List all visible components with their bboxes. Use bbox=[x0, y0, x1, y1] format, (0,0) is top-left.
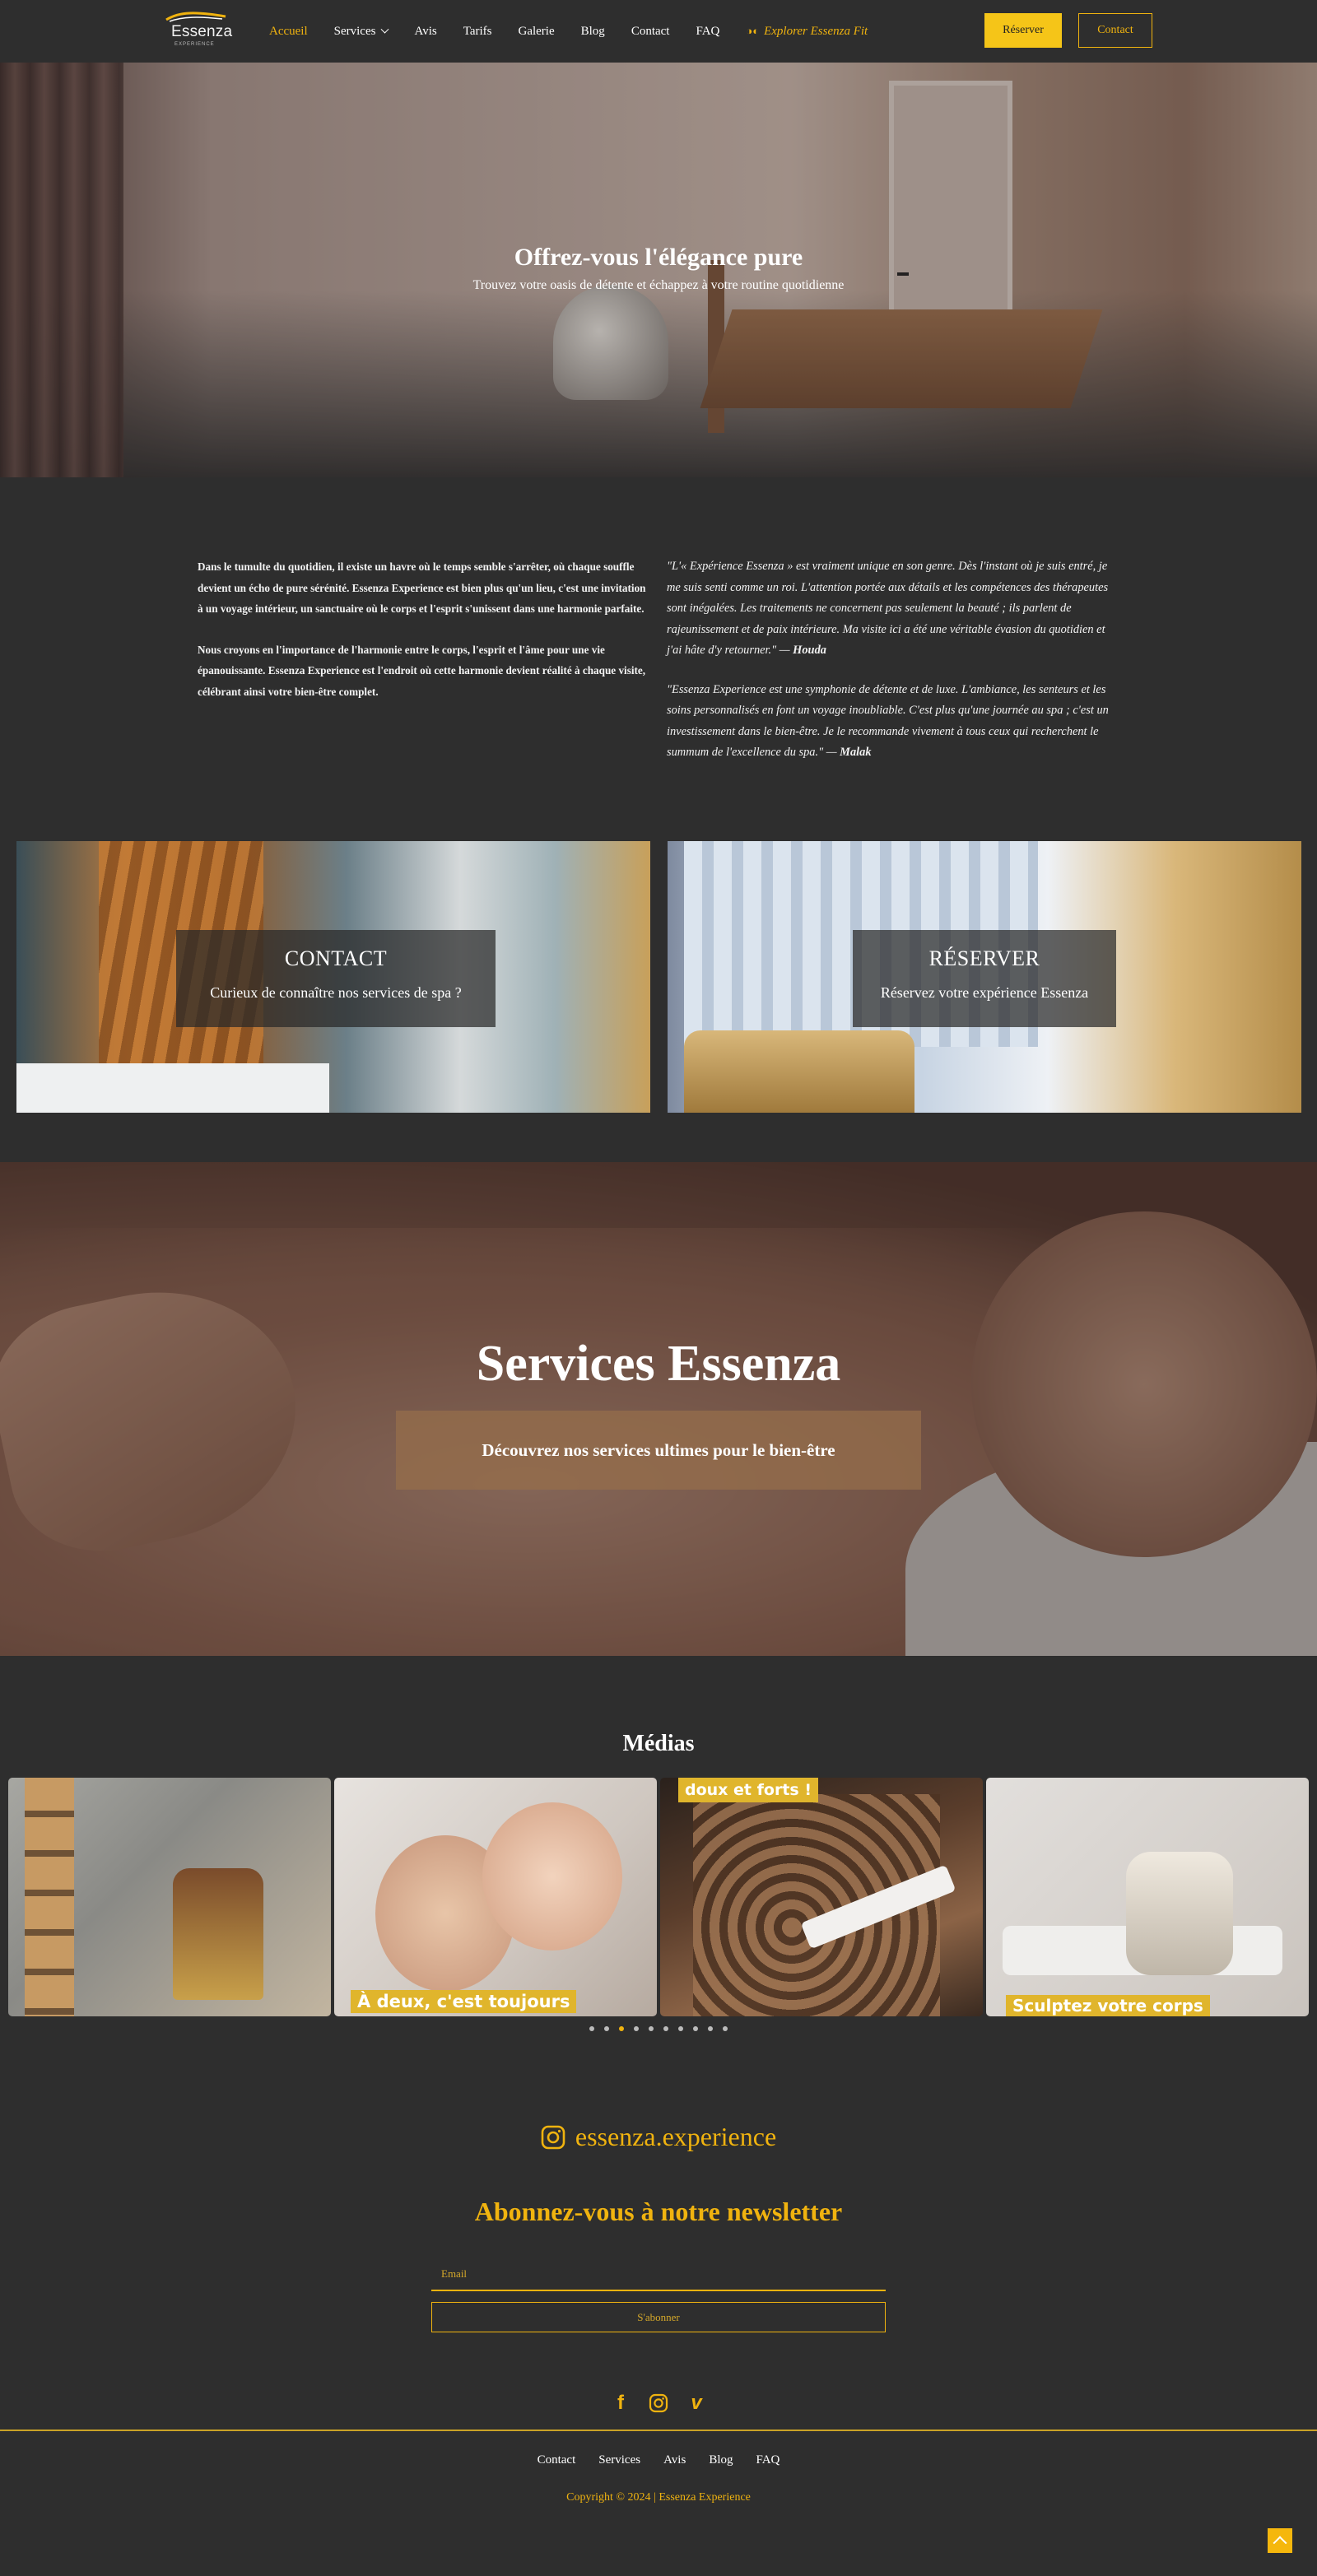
footer-link-faq[interactable]: FAQ bbox=[756, 2453, 780, 2467]
subscribe-button[interactable]: S'abonner bbox=[431, 2302, 886, 2332]
vimeo-icon[interactable]: v bbox=[685, 2392, 708, 2415]
email-field[interactable] bbox=[431, 2258, 886, 2291]
site-header: Essenza EXPERIENCE Accueil Services Avis… bbox=[0, 0, 1317, 63]
scroll-to-top-button[interactable] bbox=[1268, 2528, 1292, 2553]
testimonial-author: Malak bbox=[840, 746, 872, 759]
nav-item-essenza-fit-label: Explorer Essenza Fit bbox=[764, 24, 868, 38]
testimonial-quote: "L'« Expérience Essenza » est vraiment u… bbox=[667, 560, 1109, 657]
logo-wordmark: Essenza bbox=[171, 23, 233, 40]
intro-paragraph: Dans le tumulte du quotidien, il existe … bbox=[198, 560, 646, 615]
carousel-dot[interactable] bbox=[723, 2026, 728, 2031]
newsletter-title: Abonnez-vous à notre newsletter bbox=[474, 2197, 843, 2226]
nav-item-tarifs[interactable]: Tarifs bbox=[463, 25, 492, 39]
social-links: f v bbox=[609, 2392, 708, 2415]
instagram-icon[interactable] bbox=[647, 2392, 670, 2415]
testimonial: "Essenza Experience est une symphonie de… bbox=[667, 680, 1118, 764]
copyright-text: Copyright © 2024 | Essenza Experience bbox=[566, 2491, 751, 2504]
footer-link-avis[interactable]: Avis bbox=[663, 2453, 686, 2467]
contact-card-box: CONTACT Curieux de connaître nos service… bbox=[176, 930, 496, 1027]
carousel-dot[interactable] bbox=[604, 2026, 609, 2031]
contact-card[interactable]: CONTACT Curieux de connaître nos service… bbox=[16, 841, 650, 1113]
contact-card-title: CONTACT bbox=[284, 946, 388, 970]
instagram-icon bbox=[541, 2125, 565, 2149]
footer-link-services[interactable]: Services bbox=[598, 2453, 640, 2467]
nav-item-services-label: Services bbox=[333, 24, 376, 38]
instagram-handle: essenza.experience bbox=[575, 2122, 777, 2151]
services-title: Services Essenza bbox=[476, 1336, 841, 1392]
barber-shelf-image bbox=[25, 1778, 74, 2016]
media-slide-mother-baby[interactable]: À deux, c'est toujours bbox=[334, 1778, 657, 2016]
footer-nav: Contact Services Avis Blog FAQ bbox=[0, 2453, 1317, 2467]
nav-item-services[interactable]: Services bbox=[334, 25, 389, 39]
carousel-dot[interactable] bbox=[708, 2026, 713, 2031]
nav-item-avis[interactable]: Avis bbox=[414, 25, 436, 39]
carousel-dot[interactable] bbox=[693, 2026, 698, 2031]
nav-item-accueil[interactable]: Accueil bbox=[269, 25, 308, 39]
services-subtitle-box[interactable]: Découvrez nos services ultimes pour le b… bbox=[396, 1411, 921, 1490]
contact-button[interactable]: Contact bbox=[1078, 13, 1152, 48]
media-slide-caption: À deux, c'est toujours bbox=[351, 1990, 577, 2013]
barber-chair-image bbox=[173, 1868, 263, 2000]
media-slide-caption: doux et forts ! bbox=[678, 1778, 818, 1802]
footer-link-contact[interactable]: Contact bbox=[538, 2453, 576, 2467]
baby-image bbox=[482, 1802, 622, 1951]
nav-item-galerie[interactable]: Galerie bbox=[518, 25, 554, 39]
testimonial: "L'« Expérience Essenza » est vraiment u… bbox=[667, 556, 1118, 662]
reserve-card-box: RÉSERVER Réservez votre expérience Essen… bbox=[853, 930, 1116, 1027]
testimonial-quote: "Essenza Experience est une symphonie de… bbox=[667, 682, 1109, 760]
contact-card-desk-image bbox=[16, 1063, 329, 1113]
reserve-card-text: Réservez votre expérience Essenza bbox=[880, 984, 1089, 1001]
instagram-link[interactable]: essenza.experience bbox=[0, 2122, 1317, 2152]
hero-banner: Offrez-vous l'élégance pure Trouvez votr… bbox=[0, 63, 1317, 477]
carousel-dot[interactable] bbox=[649, 2026, 654, 2031]
hero-title: Offrez-vous l'élégance pure bbox=[514, 244, 803, 271]
facebook-icon[interactable]: f bbox=[609, 2392, 632, 2415]
media-title: Médias bbox=[622, 1731, 695, 1756]
testimonials: "L'« Expérience Essenza » est vraiment u… bbox=[667, 556, 1118, 782]
carousel-dot-active[interactable] bbox=[619, 2026, 624, 2031]
services-overlay bbox=[0, 1162, 1317, 1656]
reserve-card-sofa-image bbox=[684, 1030, 914, 1113]
nav-item-contact[interactable]: Contact bbox=[631, 25, 670, 39]
carousel-dot[interactable] bbox=[589, 2026, 594, 2031]
main-nav: Accueil Services Avis Tarifs Galerie Blo… bbox=[269, 22, 868, 40]
carousel-dots bbox=[589, 2026, 738, 2031]
intro-paragraph: Nous croyons en l'importance de l'harmon… bbox=[198, 643, 646, 698]
logo-tagline: EXPERIENCE bbox=[175, 42, 215, 47]
services-subtitle: Découvrez nos services ultimes pour le b… bbox=[482, 1439, 835, 1460]
hero-subtitle: Trouvez votre oasis de détente et échapp… bbox=[472, 278, 845, 292]
media-slide-caption: Sculptez votre corps bbox=[1006, 1995, 1210, 2016]
nav-item-faq[interactable]: FAQ bbox=[696, 25, 719, 39]
dumbbell-icon: ◑◐ bbox=[746, 25, 760, 37]
carousel-dot[interactable] bbox=[634, 2026, 639, 2031]
chevron-down-icon bbox=[381, 25, 389, 34]
reserve-card-title: RÉSERVER bbox=[928, 946, 1040, 970]
services-banner: Services Essenza Découvrez nos services … bbox=[0, 1162, 1317, 1656]
intro-description: Dans le tumulte du quotidien, il existe … bbox=[198, 556, 647, 722]
reserve-button[interactable]: Réserver bbox=[984, 13, 1062, 48]
media-slide-body-sculpt[interactable]: Sculptez votre corps bbox=[986, 1778, 1309, 2016]
nav-item-essenza-fit[interactable]: ◑◐ Explorer Essenza Fit bbox=[746, 25, 868, 39]
reserve-card[interactable]: RÉSERVER Réservez votre expérience Essen… bbox=[668, 841, 1301, 1113]
carousel-dot[interactable] bbox=[663, 2026, 668, 2031]
carousel-dot[interactable] bbox=[678, 2026, 683, 2031]
brand-logo[interactable]: Essenza EXPERIENCE bbox=[163, 7, 232, 53]
testimonial-author: Houda bbox=[793, 644, 826, 657]
sculpt-machine-image bbox=[1126, 1852, 1233, 1975]
contact-card-text: Curieux de connaître nos services de spa… bbox=[210, 984, 462, 1001]
footer-link-blog[interactable]: Blog bbox=[709, 2453, 733, 2467]
media-slide-hair[interactable]: doux et forts ! bbox=[660, 1778, 983, 2016]
nav-item-blog[interactable]: Blog bbox=[581, 25, 605, 39]
media-slide-barber-chair[interactable] bbox=[8, 1778, 331, 2016]
footer-divider bbox=[0, 2430, 1317, 2431]
